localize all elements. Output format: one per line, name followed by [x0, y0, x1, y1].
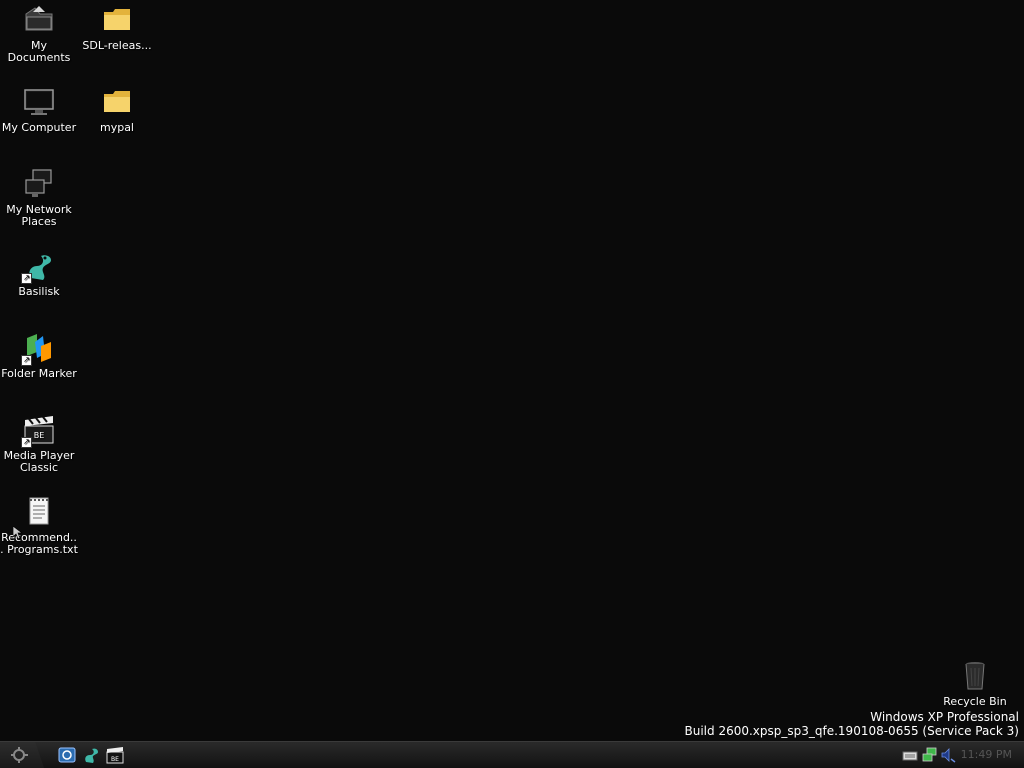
volume-icon[interactable]	[940, 747, 956, 763]
desktop-icon-label: Basilisk	[18, 285, 60, 298]
folder-icon	[101, 86, 133, 118]
clock[interactable]: 11:49 PM	[961, 748, 1012, 761]
os-version-watermark: Windows XP Professional Build 2600.xpsp_…	[685, 710, 1020, 738]
watermark-edition: Windows XP Professional	[870, 710, 1019, 724]
monitor-icon	[23, 86, 55, 118]
desktop-icon-label: My Computer	[1, 121, 77, 134]
keyboard-icon[interactable]	[902, 747, 918, 763]
taskbar: BE 11:49 PM	[0, 741, 1024, 768]
media-player-icon: BE ↗	[21, 414, 55, 448]
system-tray: 11:49 PM	[896, 742, 1024, 768]
recycle-bin-icon	[959, 660, 991, 692]
desktop-icon-label: Folder Marker	[1, 367, 77, 380]
desktop-icon-media-player-classic[interactable]: BE ↗ Media Player Classic	[0, 414, 78, 474]
svg-text:BE: BE	[111, 756, 119, 763]
desktop-icon-my-computer[interactable]: My Computer	[0, 86, 78, 134]
my-documents-icon	[23, 4, 55, 36]
desktop-icon-my-network-places[interactable]: My Network Places	[0, 168, 78, 228]
shortcut-arrow-icon: ↗	[21, 437, 32, 448]
start-button[interactable]	[0, 742, 44, 768]
desktop-icon-label: SDL-releas...	[82, 39, 152, 52]
shortcut-arrow-icon: ↗	[21, 355, 32, 366]
basilisk-icon: ↗	[21, 250, 55, 284]
svg-text:BE: BE	[34, 431, 45, 440]
desktop-icon-label: My Network Places	[6, 203, 72, 228]
watermark-build: Build 2600.xpsp_sp3_qfe.190108-0655 (Ser…	[684, 724, 1020, 738]
shortcut-arrow-icon: ↗	[21, 273, 32, 284]
desktop-icon-label: Recommend... Programs.txt	[0, 531, 78, 556]
network-icon[interactable]	[922, 747, 938, 763]
desktop: My Documents SDL-releas... My Computer m…	[0, 0, 1024, 741]
show-desktop-icon[interactable]	[58, 746, 76, 764]
media-player-icon[interactable]: BE	[106, 746, 124, 764]
desktop-icon-my-documents[interactable]: My Documents	[0, 4, 78, 64]
text-file-icon	[23, 496, 55, 528]
desktop-icon-recommended-programs[interactable]: Recommend... Programs.txt	[0, 496, 78, 556]
basilisk-icon[interactable]	[82, 746, 100, 764]
desktop-icon-sdl-release[interactable]: SDL-releas...	[78, 4, 156, 52]
desktop-icon-label: mypal	[99, 121, 134, 134]
folder-marker-icon: ↗	[21, 332, 55, 366]
start-orb-icon	[11, 747, 28, 763]
desktop-icon-label: Recycle Bin	[943, 695, 1007, 708]
desktop-icon-label: Media Player Classic	[3, 449, 75, 474]
network-icon	[23, 168, 55, 200]
desktop-icon-recycle-bin[interactable]: Recycle Bin	[936, 660, 1014, 708]
desktop-icon-mypal[interactable]: mypal	[78, 86, 156, 134]
desktop-icon-label: My Documents	[7, 39, 71, 64]
folder-icon	[101, 4, 133, 36]
mouse-cursor-icon	[12, 525, 24, 544]
desktop-icon-basilisk[interactable]: ↗ Basilisk	[0, 250, 78, 298]
desktop-icon-folder-marker[interactable]: ↗ Folder Marker	[0, 332, 78, 380]
